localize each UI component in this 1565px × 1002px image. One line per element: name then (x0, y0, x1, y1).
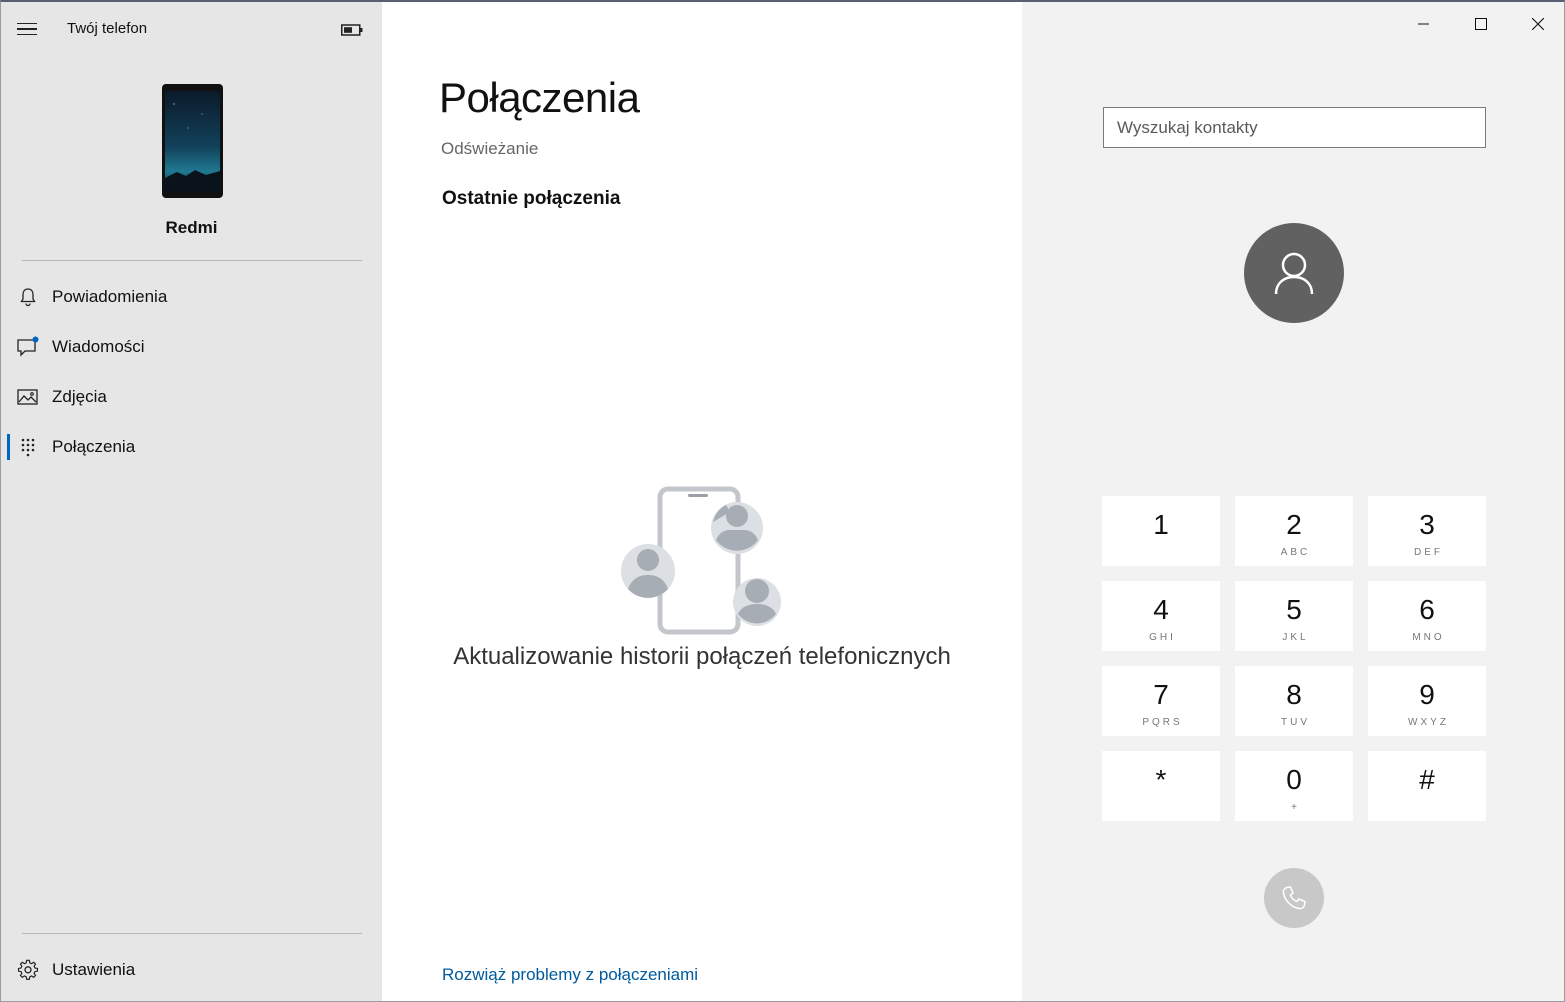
window-controls (1395, 2, 1564, 46)
chat-icon (17, 336, 39, 357)
key-digit: * (1155, 764, 1167, 795)
call-button[interactable] (1264, 868, 1324, 928)
battery-icon (341, 24, 363, 36)
sidebar-divider (22, 933, 362, 934)
sidebar-item-label: Powiadomienia (52, 287, 168, 306)
sidebar-item-messages[interactable]: Wiadomości (1, 325, 382, 369)
settings-label: Ustawienia (52, 960, 136, 979)
key-digit: 1 (1153, 509, 1169, 540)
key-digit: 0 (1286, 764, 1302, 795)
minimize-button[interactable] (1395, 2, 1452, 46)
gear-icon (17, 959, 39, 980)
app-title: Twój telefon (67, 20, 148, 37)
app-window: Twój telefon Redmi Powiadomienia Wiadomo… (0, 0, 1565, 1002)
call-history-updating-message: Aktualizowanie historii połączeń telefon… (453, 643, 951, 670)
page-title: Połączenia (439, 74, 640, 121)
key-digit: 6 (1419, 594, 1435, 625)
avatar (1244, 223, 1344, 323)
sidebar-item-label: Zdjęcia (52, 387, 107, 406)
dial-key-4[interactable]: 4 GHI (1102, 581, 1220, 651)
key-digit: # (1419, 764, 1435, 795)
dial-keypad: 1 2 ABC 3 DEF 4 GHI 5 JKL 6 MNO 7 PQRS 8… (1102, 496, 1486, 821)
minimize-icon (1417, 23, 1429, 25)
dial-key-3[interactable]: 3 DEF (1368, 496, 1486, 566)
troubleshoot-calls-link[interactable]: Rozwiąż problemy z połączeniami (442, 965, 698, 985)
bell-icon (20, 288, 36, 307)
sidebar-item-notifications[interactable]: Powiadomienia (1, 275, 382, 319)
sidebar-item-photos[interactable]: Zdjęcia (1, 375, 382, 419)
phone-device-image (162, 84, 223, 198)
refresh-status: Odświeżanie (441, 139, 539, 158)
dial-key-5[interactable]: 5 JKL (1235, 581, 1353, 651)
photos-icon (17, 389, 38, 405)
phone-contacts-illustration (621, 486, 781, 635)
key-letters: GHI (1149, 632, 1176, 643)
key-letters: WXYZ (1408, 717, 1449, 728)
hamburger-menu-icon[interactable] (11, 14, 43, 44)
dial-key-0[interactable]: 0 + (1235, 751, 1353, 821)
dial-key-1[interactable]: 1 (1102, 496, 1220, 566)
dial-key-7[interactable]: 7 PQRS (1102, 666, 1220, 736)
dialer-panel: 1 2 ABC 3 DEF 4 GHI 5 JKL 6 MNO (1022, 2, 1564, 1001)
person-icon (1274, 252, 1314, 295)
key-digit: 7 (1153, 679, 1169, 710)
dialpad-icon (21, 438, 35, 457)
sidebar-divider (22, 260, 362, 261)
key-digit: 4 (1153, 594, 1169, 625)
phone-handset-icon (1282, 886, 1306, 910)
dial-key-6[interactable]: 6 MNO (1368, 581, 1486, 651)
key-digit: 8 (1286, 679, 1302, 710)
dial-key-2[interactable]: 2 ABC (1235, 496, 1353, 566)
sidebar-item-label: Połączenia (52, 437, 136, 456)
close-icon (1531, 18, 1544, 30)
sidebar: Twój telefon Redmi Powiadomienia Wiadomo… (1, 2, 382, 1001)
close-button[interactable] (1509, 2, 1564, 46)
key-letters: ABC (1280, 547, 1311, 558)
key-letters: TUV (1281, 717, 1310, 728)
device-name: Redmi (165, 218, 218, 237)
maximize-icon (1474, 18, 1487, 30)
dial-key-star[interactable]: * (1102, 751, 1220, 821)
dial-key-9[interactable]: 9 WXYZ (1368, 666, 1486, 736)
key-digit: 2 (1286, 509, 1302, 540)
sidebar-item-label: Wiadomości (52, 337, 145, 356)
key-letters: DEF (1414, 547, 1443, 558)
sidebar-item-settings[interactable]: Ustawienia (1, 948, 382, 992)
dial-key-8[interactable]: 8 TUV (1235, 666, 1353, 736)
sidebar-item-calls[interactable]: Połączenia (1, 425, 382, 469)
key-letters: MNO (1412, 632, 1445, 643)
key-letters: PQRS (1142, 717, 1183, 728)
recent-calls-heading: Ostatnie połączenia (442, 188, 621, 209)
maximize-button[interactable] (1452, 2, 1509, 46)
active-indicator (7, 434, 10, 460)
key-digit: 9 (1419, 679, 1435, 710)
unread-badge (32, 336, 39, 343)
key-letters: + (1291, 802, 1300, 813)
key-letters: JKL (1282, 632, 1309, 643)
key-digit: 3 (1419, 509, 1435, 540)
calls-main-panel: Połączenia Odświeżanie Ostatnie połączen… (382, 2, 1022, 1001)
search-contacts-input[interactable] (1103, 107, 1486, 148)
dial-key-hash[interactable]: # (1368, 751, 1486, 821)
key-digit: 5 (1286, 594, 1302, 625)
